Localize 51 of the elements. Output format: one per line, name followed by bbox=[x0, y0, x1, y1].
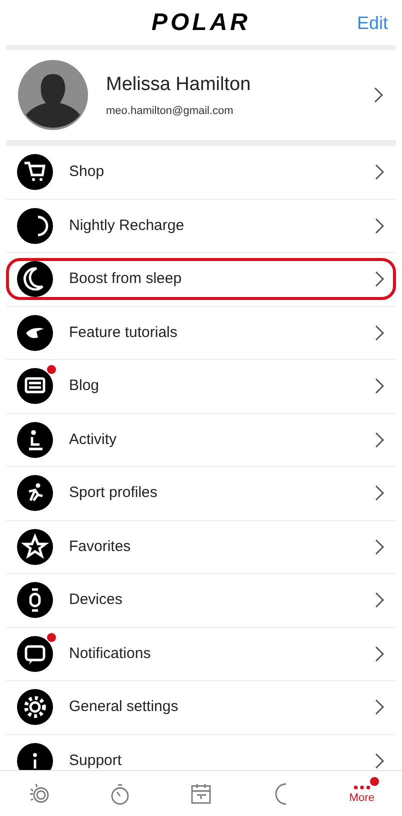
menu-item[interactable]: Shop bbox=[6, 151, 396, 194]
menu-item[interactable]: Favorites bbox=[6, 526, 396, 568]
cart-icon bbox=[17, 154, 53, 190]
menu-label: Activity bbox=[69, 430, 118, 450]
chevron-icon bbox=[375, 592, 385, 608]
chevron-icon bbox=[375, 699, 385, 716]
profile-row[interactable]: Melissa Hamilton meo.hamilton@gmail.com bbox=[0, 50, 402, 140]
menu-label: Notifications bbox=[69, 644, 152, 664]
edit-button[interactable]: Edit bbox=[356, 10, 388, 37]
menu-label: Favorites bbox=[69, 536, 132, 556]
chevron-icon bbox=[375, 164, 385, 180]
profile-name: Melissa Hamilton bbox=[106, 72, 252, 96]
chevron-icon bbox=[375, 378, 385, 394]
chevron-icon bbox=[375, 538, 385, 555]
menu-item[interactable]: Blog bbox=[6, 365, 396, 408]
menu-item[interactable]: Support bbox=[6, 740, 396, 770]
menu-item[interactable]: Activity bbox=[6, 418, 396, 461]
menu-item[interactable]: Feature tutorials bbox=[6, 312, 396, 354]
chat-icon bbox=[17, 368, 53, 404]
menu-label: Nightly Recharge bbox=[69, 216, 186, 236]
menu-item[interactable]: Boost from sleep bbox=[6, 258, 396, 300]
menu-item[interactable]: Devices bbox=[6, 579, 396, 622]
menu-item[interactable]: Sport profiles bbox=[6, 472, 396, 514]
menu-label: Shop bbox=[69, 162, 106, 182]
chevron-icon bbox=[374, 87, 384, 103]
chevron-icon bbox=[375, 271, 385, 288]
menu-item[interactable]: Nightly Recharge bbox=[6, 204, 396, 247]
gear-icon bbox=[17, 689, 53, 726]
menu-label: Sport profiles bbox=[69, 483, 158, 503]
message-icon bbox=[17, 636, 53, 672]
menu-label: Feature tutorials bbox=[69, 322, 178, 342]
chevron-icon bbox=[375, 646, 385, 662]
menu-label: Boost from sleep bbox=[69, 269, 183, 289]
menu-item[interactable]: Notifications bbox=[6, 632, 396, 675]
logo: POLAR bbox=[152, 8, 250, 38]
menu-label: General settings bbox=[69, 697, 180, 717]
runner-icon bbox=[17, 475, 53, 512]
watch-icon bbox=[17, 582, 53, 618]
menu-label: Devices bbox=[69, 590, 124, 610]
menu-label: Support bbox=[69, 750, 123, 770]
chevron-icon bbox=[375, 752, 385, 769]
chevron-icon bbox=[375, 218, 385, 234]
chevron-icon bbox=[375, 485, 385, 502]
more-icon bbox=[352, 784, 371, 790]
menu-item[interactable]: General settings bbox=[6, 686, 396, 728]
menu-label: Blog bbox=[69, 376, 100, 396]
tab[interactable]: More bbox=[322, 771, 402, 816]
chevron-icon bbox=[375, 432, 385, 448]
profile-email: meo.hamilton@gmail.com bbox=[106, 104, 234, 119]
avatar-icon bbox=[18, 60, 88, 130]
chevron-icon bbox=[375, 324, 385, 341]
